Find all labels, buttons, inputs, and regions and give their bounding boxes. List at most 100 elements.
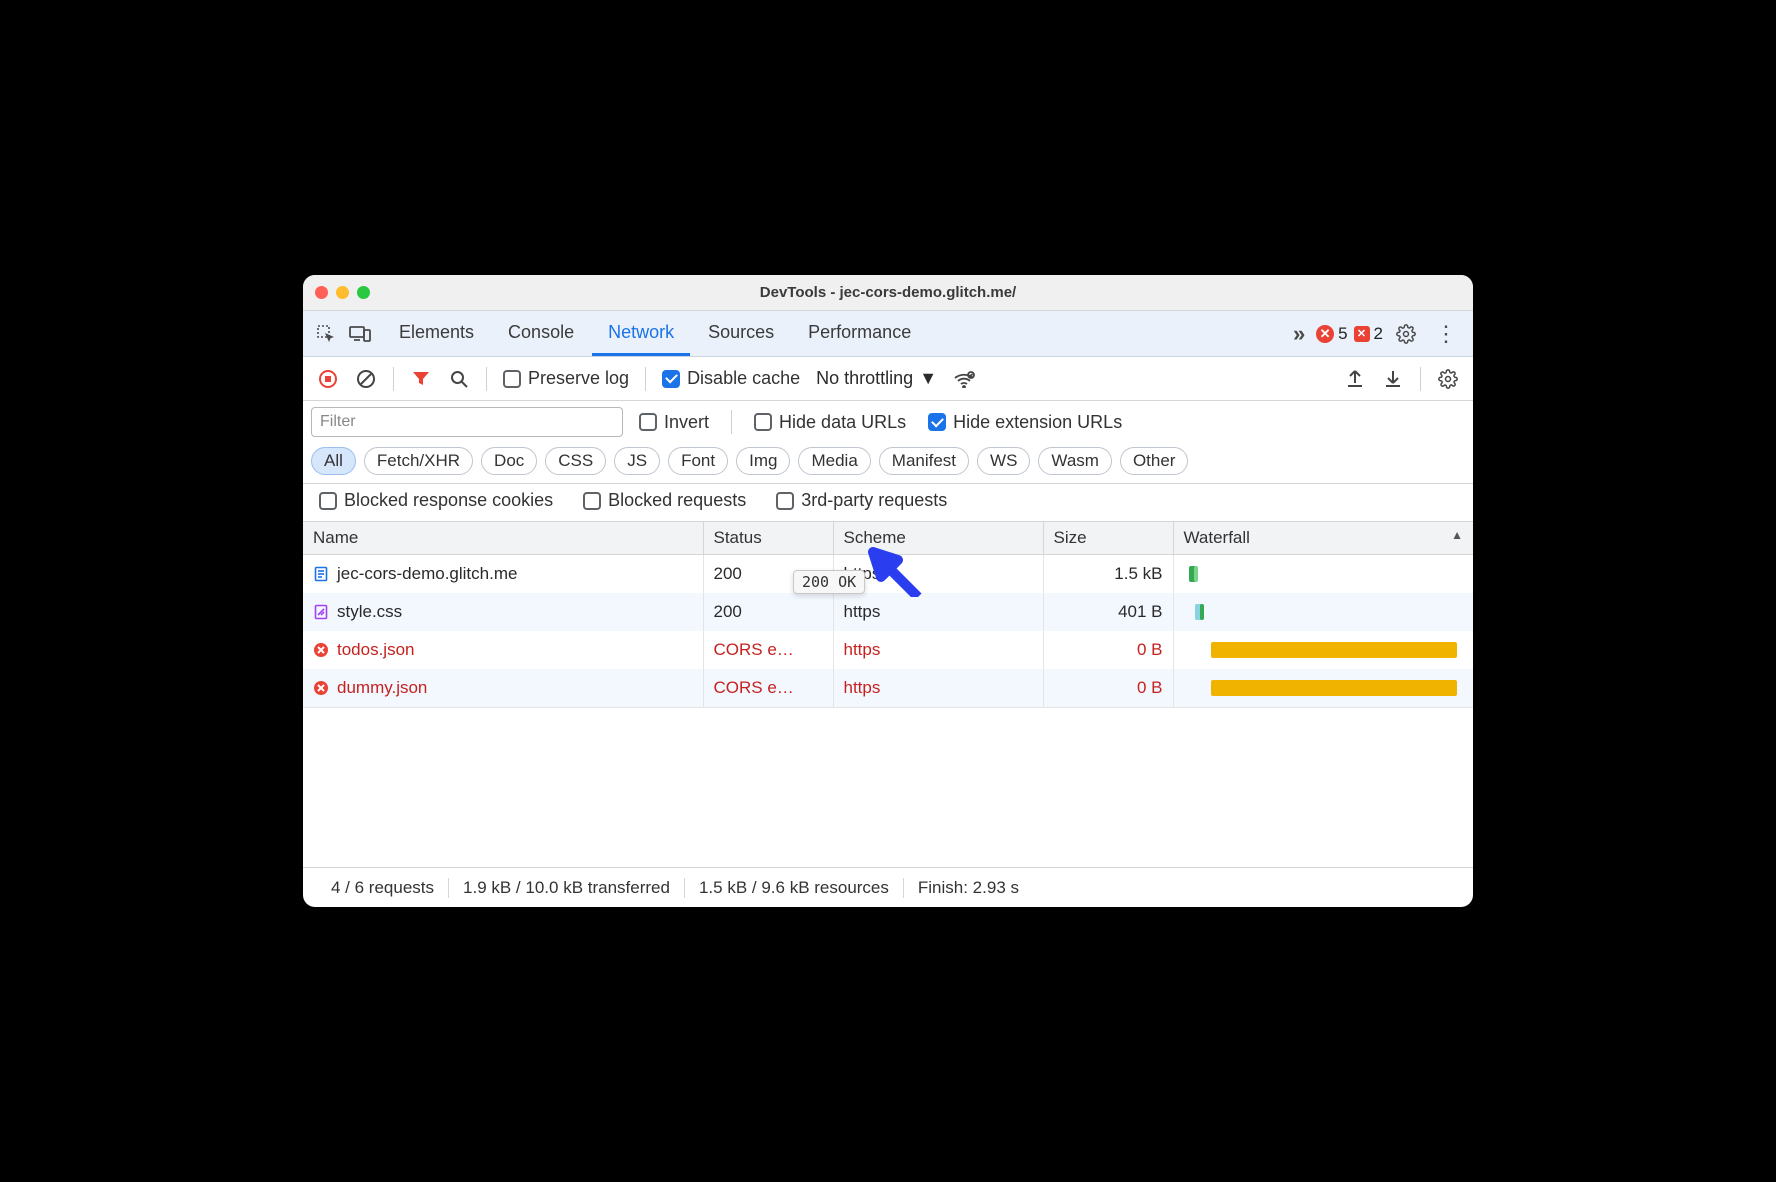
pill-fetch-xhr[interactable]: Fetch/XHR [364, 447, 473, 475]
tab-elements[interactable]: Elements [383, 311, 490, 356]
waterfall-cell [1173, 593, 1473, 631]
hide-ext-label: Hide extension URLs [953, 412, 1122, 433]
invert-label: Invert [664, 412, 709, 433]
status-bar: 4 / 6 requests 1.9 kB / 10.0 kB transfer… [303, 867, 1473, 907]
request-size: 401 B [1043, 593, 1173, 631]
tab-sources[interactable]: Sources [692, 311, 790, 356]
pill-img[interactable]: Img [736, 447, 790, 475]
filter-bar: Invert Hide data URLs Hide extension URL… [303, 401, 1473, 443]
panel-tabs: ElementsConsoleNetworkSourcesPerformance… [303, 311, 1473, 357]
inspect-icon[interactable] [309, 317, 343, 351]
window-title: DevTools - jec-cors-demo.glitch.me/ [303, 284, 1473, 301]
third-party-check[interactable]: 3rd-party requests [770, 490, 953, 511]
pill-font[interactable]: Font [668, 447, 728, 475]
request-status: 200 [703, 593, 833, 631]
request-size: 0 B [1043, 669, 1173, 707]
blocked-requests-check[interactable]: Blocked requests [577, 490, 752, 511]
request-status: CORS e… [703, 631, 833, 669]
chevron-down-icon: ▼ [919, 368, 937, 389]
third-party-label: 3rd-party requests [801, 490, 947, 511]
pill-other[interactable]: Other [1120, 447, 1189, 475]
css-file-icon [313, 604, 329, 620]
minimize-icon[interactable] [336, 286, 349, 299]
pill-media[interactable]: Media [798, 447, 870, 475]
issues-badge[interactable]: ✕2 [1354, 324, 1383, 344]
request-scheme: https [833, 631, 1043, 669]
network-table: NameStatusSchemeSizeWaterfall▲ jec-cors-… [303, 522, 1473, 867]
more-tabs-icon[interactable]: » [1282, 317, 1316, 351]
request-scheme: https [833, 593, 1043, 631]
filter-input[interactable] [311, 407, 623, 437]
hide-data-label: Hide data URLs [779, 412, 906, 433]
type-filter-pills: All Fetch/XHR Doc CSS JS Font Img Media Manifest… [303, 443, 1473, 484]
status-finish: Finish: 2.93 s [904, 878, 1033, 898]
request-name: todos.json [337, 640, 415, 660]
status-requests: 4 / 6 requests [317, 878, 449, 898]
panel-settings-icon[interactable] [1431, 362, 1465, 396]
table-row[interactable]: dummy.jsonCORS e…https0 B [303, 669, 1473, 707]
request-status: CORS e… [703, 669, 833, 707]
hide-extension-urls-check[interactable]: Hide extension URLs [922, 412, 1128, 433]
error-icon [313, 642, 329, 658]
col-name[interactable]: Name [303, 522, 703, 555]
disable-cache-label: Disable cache [687, 368, 800, 389]
hide-data-urls-check[interactable]: Hide data URLs [748, 412, 912, 433]
extra-filters: Blocked response cookies Blocked request… [303, 484, 1473, 522]
preserve-log-label: Preserve log [528, 368, 629, 389]
sort-icon: ▲ [1451, 528, 1463, 542]
download-har-icon[interactable] [1376, 362, 1410, 396]
pill-doc[interactable]: Doc [481, 447, 537, 475]
errors-count: 5 [1338, 324, 1347, 344]
upload-har-icon[interactable] [1338, 362, 1372, 396]
settings-icon[interactable] [1389, 317, 1423, 351]
status-transferred: 1.9 kB / 10.0 kB transferred [449, 878, 685, 898]
disable-cache-check[interactable]: Disable cache [656, 368, 806, 389]
network-toolbar: Preserve log Disable cache No throttling… [303, 357, 1473, 401]
col-status[interactable]: Status [703, 522, 833, 555]
table-row[interactable]: style.css 200https401 B [303, 593, 1473, 631]
tab-performance[interactable]: Performance [792, 311, 927, 356]
blocked-cookies-check[interactable]: Blocked response cookies [313, 490, 559, 511]
pill-all[interactable]: All [311, 447, 356, 475]
tab-console[interactable]: Console [492, 311, 590, 356]
devtools-window: DevTools - jec-cors-demo.glitch.me/ Elem… [303, 275, 1473, 907]
request-name: style.css [337, 602, 402, 622]
col-waterfall[interactable]: Waterfall▲ [1173, 522, 1473, 555]
issues-count: 2 [1374, 324, 1383, 344]
zoom-icon[interactable] [357, 286, 370, 299]
request-size: 0 B [1043, 631, 1173, 669]
device-toolbar-icon[interactable] [343, 317, 377, 351]
errors-badge[interactable]: ✕5 [1316, 324, 1347, 344]
clear-icon[interactable] [349, 362, 383, 396]
pill-manifest[interactable]: Manifest [879, 447, 969, 475]
request-size: 1.5 kB [1043, 555, 1173, 594]
blocked-requests-label: Blocked requests [608, 490, 746, 511]
waterfall-cell [1173, 631, 1473, 669]
close-icon[interactable] [315, 286, 328, 299]
doc-file-icon [313, 566, 329, 582]
status-resources: 1.5 kB / 9.6 kB resources [685, 878, 904, 898]
traffic-lights [315, 286, 370, 299]
col-size[interactable]: Size [1043, 522, 1173, 555]
titlebar: DevTools - jec-cors-demo.glitch.me/ [303, 275, 1473, 311]
record-icon[interactable] [311, 362, 345, 396]
invert-check[interactable]: Invert [633, 412, 715, 433]
pill-ws[interactable]: WS [977, 447, 1030, 475]
waterfall-cell [1173, 669, 1473, 707]
preserve-log-check[interactable]: Preserve log [497, 368, 635, 389]
tab-network[interactable]: Network [592, 311, 690, 356]
pill-js[interactable]: JS [614, 447, 660, 475]
error-icon [313, 680, 329, 696]
network-conditions-icon[interactable] [947, 362, 981, 396]
status-tooltip: 200 OK [793, 570, 865, 594]
kebab-icon[interactable]: ⋮ [1429, 317, 1463, 351]
pill-css[interactable]: CSS [545, 447, 606, 475]
pill-wasm[interactable]: Wasm [1038, 447, 1112, 475]
table-row[interactable]: todos.json CORS e…https0 B [303, 631, 1473, 669]
filter-icon[interactable] [404, 362, 438, 396]
arrow-icon [863, 542, 923, 597]
search-icon[interactable] [442, 362, 476, 396]
throttling-select[interactable]: No throttling ▼ [810, 368, 943, 389]
throttling-label: No throttling [816, 368, 913, 389]
request-name: jec-cors-demo.glitch.me [337, 564, 517, 584]
